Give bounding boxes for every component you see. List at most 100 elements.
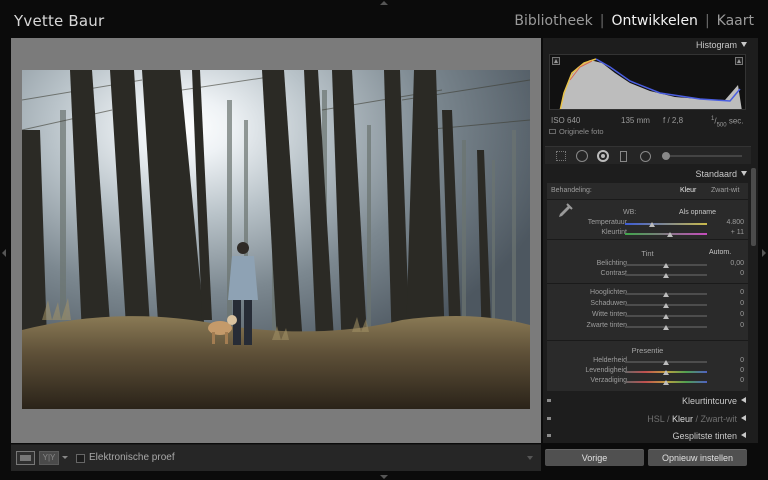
- original-photo-icon: [549, 129, 556, 134]
- presence-title: Presentie: [631, 346, 664, 355]
- hsl-bw-tab[interactable]: Zwart-wit: [701, 414, 738, 424]
- view-dropdown-caret-icon[interactable]: [62, 456, 68, 459]
- slider-knob[interactable]: [663, 303, 669, 308]
- slider-knob[interactable]: [667, 232, 674, 237]
- basic-title: Standaard: [695, 169, 737, 179]
- collapse-triangle-icon: [741, 171, 747, 176]
- slider-track[interactable]: [625, 233, 707, 235]
- graduated-filter-icon[interactable]: [620, 151, 627, 162]
- top-bar: Yvette Baur Bibliotheek | Ontwikkelen | Kaar…: [0, 0, 768, 37]
- module-develop[interactable]: Ontwikkelen: [612, 13, 698, 29]
- slider-value[interactable]: 4.800: [726, 219, 744, 226]
- collapse-triangle-icon: [741, 42, 747, 47]
- slider-value[interactable]: 0: [740, 300, 744, 307]
- slider-label: Helderheid: [593, 357, 627, 364]
- slider-value[interactable]: 0: [740, 322, 744, 329]
- divider: [547, 239, 748, 240]
- divider: [547, 283, 748, 284]
- slider-knob[interactable]: [663, 360, 669, 365]
- reset-button[interactable]: Opnieuw instellen: [648, 449, 747, 466]
- collapse-right-arrow-icon[interactable]: [762, 249, 766, 257]
- slider-value[interactable]: 0: [740, 289, 744, 296]
- expand-triangle-icon: [741, 432, 746, 438]
- tone-curve-title: Kleurtintcurve: [681, 396, 737, 406]
- loupe-view-icon[interactable]: [16, 451, 35, 465]
- exif-iso: ISO 640: [551, 116, 581, 125]
- expand-triangle-icon: [741, 397, 746, 403]
- spot-removal-icon[interactable]: [576, 150, 588, 162]
- histogram-graph[interactable]: [549, 54, 746, 110]
- collapse-bottom-arrow-icon[interactable]: [380, 475, 388, 479]
- collapse-top-arrow-icon[interactable]: [380, 1, 388, 5]
- photo-image: [22, 70, 530, 409]
- radial-filter-icon[interactable]: [640, 151, 651, 162]
- panel-switch-icon[interactable]: [547, 434, 551, 437]
- histogram-header[interactable]: Histogram: [543, 38, 751, 52]
- collapse-left-arrow-icon[interactable]: [2, 249, 6, 257]
- adjustment-brush-track[interactable]: [662, 155, 742, 157]
- shadow-clipping-icon[interactable]: [552, 57, 560, 65]
- slider-knob[interactable]: [663, 380, 669, 385]
- slider-knob[interactable]: [663, 314, 669, 319]
- exif-shutter-unit: sec.: [728, 116, 744, 126]
- toolbar-menu-caret-icon[interactable]: [527, 456, 533, 460]
- treatment-color[interactable]: Kleur: [680, 187, 696, 194]
- adjustment-brush-icon[interactable]: [662, 152, 670, 160]
- slider-knob[interactable]: [663, 292, 669, 297]
- right-panel: Histogram ISO 640 135 mm f / 2,8 1/500 s…: [543, 38, 758, 443]
- hsl-color-tab[interactable]: Kleur: [672, 414, 693, 424]
- slider-knob[interactable]: [649, 222, 656, 227]
- slider-value[interactable]: 0: [740, 270, 744, 277]
- slider-knob[interactable]: [663, 325, 669, 330]
- histogram-curve: [559, 58, 742, 109]
- slider-label: Witte tinten: [591, 311, 627, 318]
- hsl-tab[interactable]: HSL: [647, 414, 664, 424]
- slider-label: Levendigheid: [585, 367, 627, 374]
- original-photo-label: Originele foto: [559, 127, 604, 136]
- crop-overlay-icon[interactable]: [556, 151, 566, 161]
- slider-label: Zwarte tinten: [586, 322, 627, 329]
- exif-shutter: 1/500 sec.: [711, 116, 744, 129]
- module-separator: |: [704, 13, 710, 29]
- slider-value[interactable]: 0: [740, 311, 744, 318]
- wb-value[interactable]: Als opname: [679, 209, 716, 216]
- forest-photo[interactable]: [22, 70, 530, 409]
- softproof-checkbox[interactable]: [76, 454, 85, 463]
- softproof-label: Elektronische proef: [89, 452, 175, 463]
- slider-track[interactable]: [625, 223, 707, 225]
- slider-label: Belichting: [596, 260, 627, 267]
- exif-focal: 135 mm: [621, 116, 650, 125]
- slider-value[interactable]: + 11: [731, 229, 744, 236]
- before-after-icon[interactable]: Y|Y: [39, 451, 59, 465]
- wb-label: WB:: [623, 209, 637, 216]
- slider-label: Hooglichten: [590, 289, 627, 296]
- tone-auto-button[interactable]: Autom.: [709, 249, 731, 256]
- slider-knob[interactable]: [663, 273, 669, 278]
- panel-switch-icon[interactable]: [547, 417, 551, 420]
- highlight-clipping-icon[interactable]: [735, 57, 743, 65]
- treatment-bw[interactable]: Zwart-wit: [711, 187, 739, 194]
- slider-value[interactable]: 0: [740, 377, 744, 384]
- hsl-header[interactable]: HSL / Kleur / Zwart-wit: [543, 412, 751, 426]
- red-eye-icon[interactable]: [597, 150, 609, 162]
- image-canvas[interactable]: [11, 38, 541, 443]
- slider-value[interactable]: 0: [740, 367, 744, 374]
- panel-switch-icon[interactable]: [547, 399, 551, 402]
- slider-knob[interactable]: [663, 263, 669, 268]
- module-map[interactable]: Kaart: [717, 13, 754, 29]
- module-library[interactable]: Bibliotheek: [514, 13, 592, 29]
- previous-button[interactable]: Vorige: [545, 449, 644, 466]
- slider-value[interactable]: 0,00: [730, 260, 744, 267]
- split-toning-header[interactable]: Gesplitste tinten: [543, 429, 751, 443]
- slider-knob[interactable]: [663, 370, 669, 375]
- divider: [547, 340, 748, 341]
- basic-header[interactable]: Standaard: [543, 167, 751, 181]
- basic-panel: Behandeling: Kleur Zwart-wit WB: Als opn…: [547, 183, 748, 391]
- module-separator: |: [599, 13, 605, 29]
- right-panel-scrollbar[interactable]: [751, 168, 756, 246]
- exif-shutter-num: 1: [711, 116, 715, 122]
- exif-shutter-den: 500: [716, 122, 727, 129]
- tone-curve-header[interactable]: Kleurtintcurve: [543, 394, 751, 408]
- slider-value[interactable]: 0: [740, 357, 744, 364]
- bottom-toolbar: Y|Y Elektronische proef: [11, 444, 541, 471]
